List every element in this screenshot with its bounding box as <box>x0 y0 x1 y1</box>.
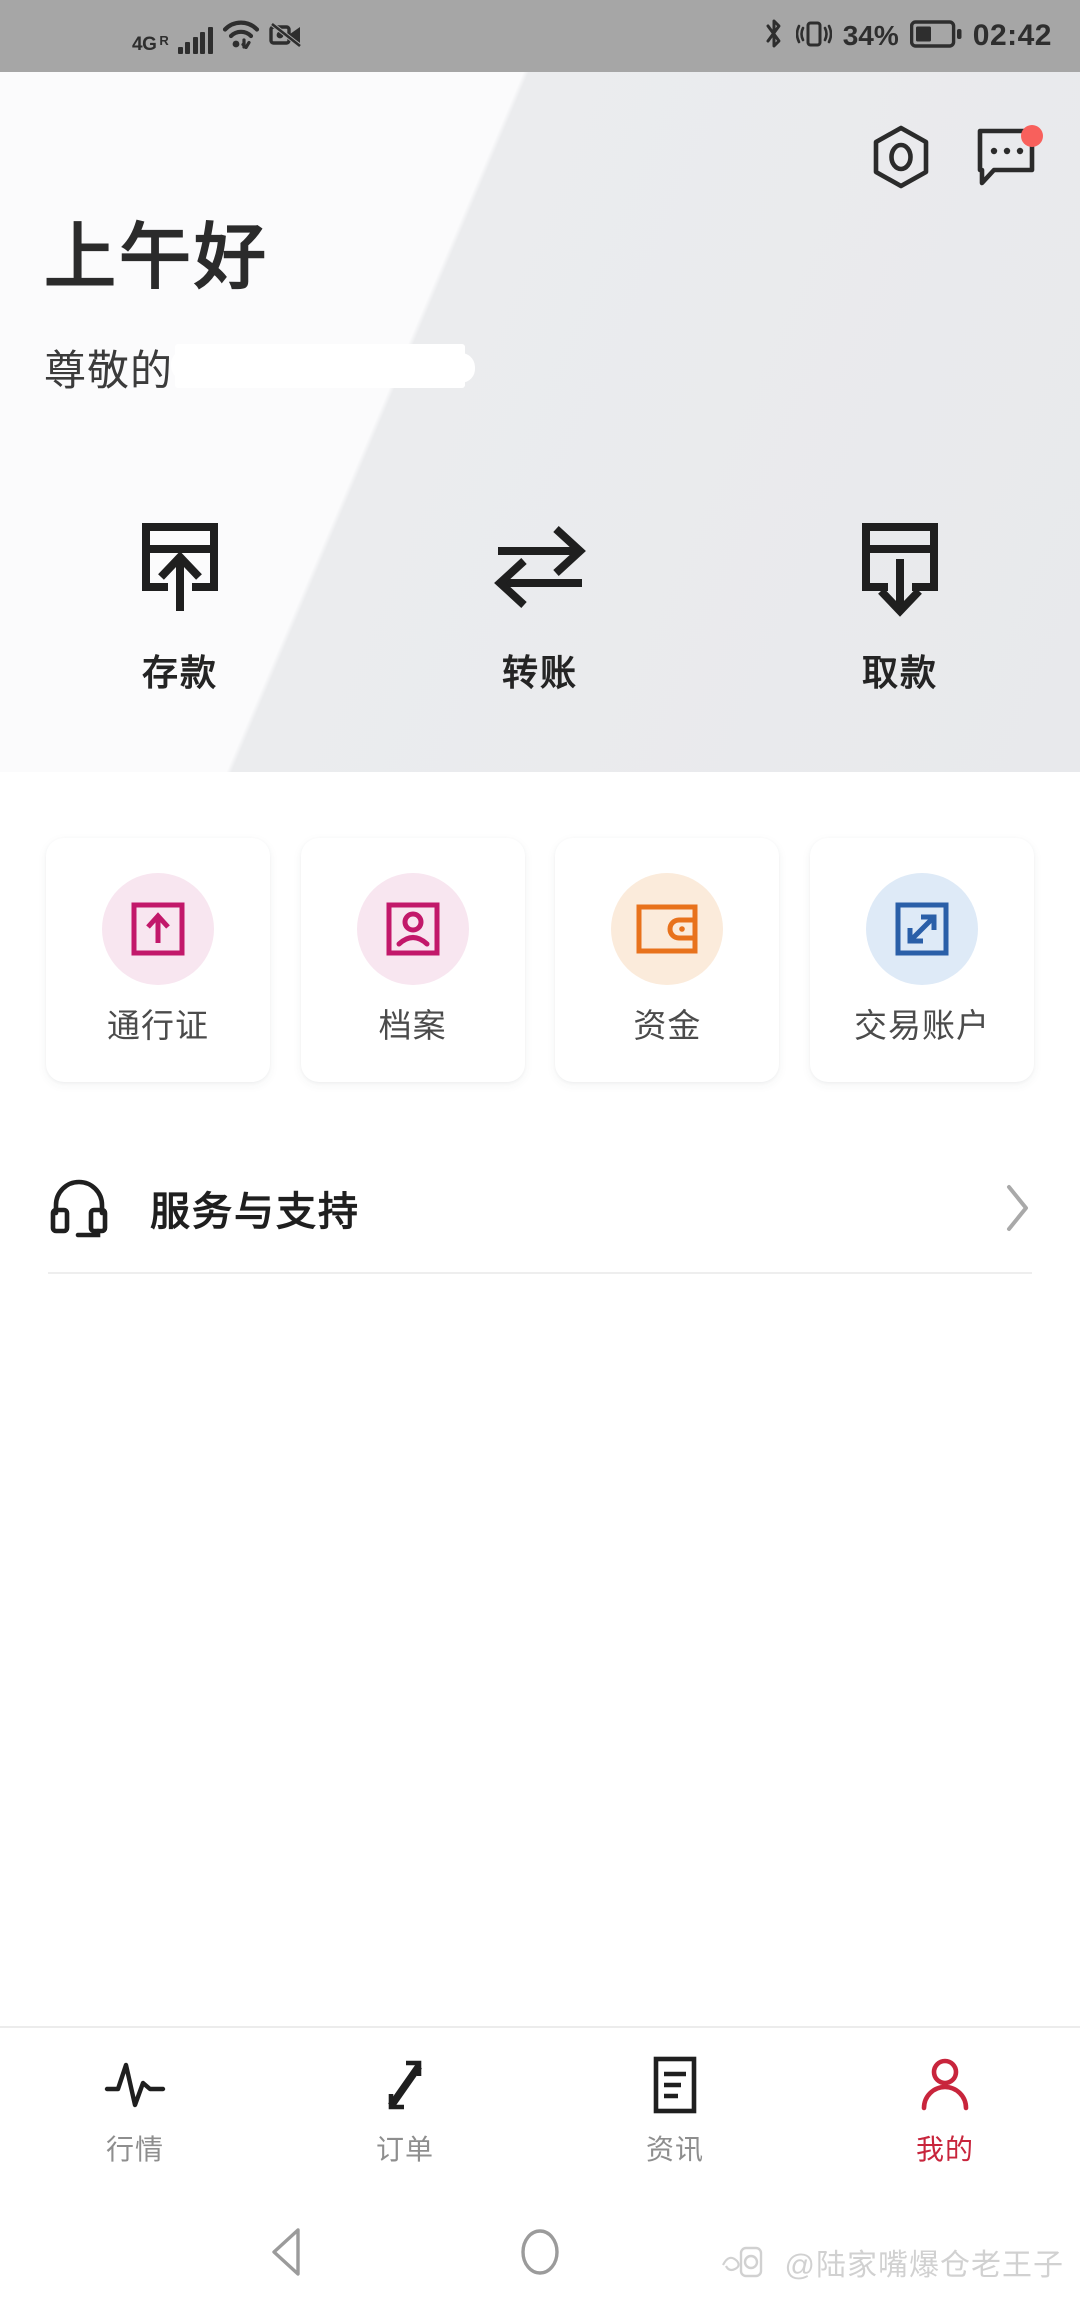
tile-funds[interactable]: 资金 <box>555 838 780 1082</box>
roaming-label: R <box>159 32 169 48</box>
nav-label: 我的 <box>915 2134 974 2165</box>
network-type-indicator: 4G R <box>132 32 169 55</box>
android-back-button[interactable] <box>258 2222 318 2282</box>
salutation-row: 尊敬的 <box>44 337 466 398</box>
message-badge-dot <box>1021 125 1043 147</box>
messages-button[interactable] <box>974 124 1043 190</box>
watermark-text: @陆家嘴爆仓老王子 <box>784 2249 1064 2282</box>
quick-action-withdraw[interactable]: 取款 <box>720 512 1080 696</box>
hero-header: 上午好 尊敬的 存款 转账 取款 <box>0 72 1080 772</box>
app-logo-icon <box>719 2245 779 2279</box>
tile-trading-account[interactable]: 交易账户 <box>809 838 1034 1082</box>
withdraw-arrow-down-icon <box>848 512 952 622</box>
wallet-icon <box>611 873 724 985</box>
tile-label: 通行证 <box>107 1007 209 1044</box>
quick-action-label: 取款 <box>861 652 938 693</box>
greeting-title: 上午好 <box>44 218 270 298</box>
transfer-arrows-icon <box>488 512 592 622</box>
hexagon-gear-icon <box>873 125 929 189</box>
nav-label: 资讯 <box>645 2134 704 2165</box>
profile-person-icon <box>356 873 469 985</box>
network-type-label: 4G <box>132 33 157 55</box>
wifi-icon <box>222 19 260 54</box>
status-bar-left: 4G R <box>132 19 303 54</box>
clock-label: 02:42 <box>972 19 1052 52</box>
watermark: @陆家嘴爆仓老王子 <box>719 2240 1064 2284</box>
service-support-row[interactable]: 服务与支持 <box>0 1142 1080 1274</box>
exchange-arrows-icon <box>865 873 978 985</box>
headset-icon <box>48 1177 118 1239</box>
tile-label: 交易账户 <box>853 1007 990 1044</box>
nav-item-mine[interactable]: 我的 <box>810 2054 1080 2168</box>
android-home-button[interactable] <box>510 2222 570 2282</box>
deposit-arrow-up-icon <box>128 512 232 622</box>
tile-label: 资金 <box>633 1007 702 1044</box>
bottom-navigation: 行情 订单 资讯 我的 <box>0 2026 1080 2194</box>
chevron-right-icon[interactable] <box>1002 1182 1032 1234</box>
battery-icon <box>909 19 962 54</box>
person-icon <box>916 2054 974 2116</box>
nav-label: 行情 <box>105 2134 164 2165</box>
battery-percent-label: 34% <box>842 20 899 51</box>
triangle-back-icon <box>272 2228 300 2276</box>
settings-button[interactable] <box>868 124 934 190</box>
app-screen: 4G R 34% 02:42 上午好 尊敬的 存款 转账 取款 通行证 档案 资… <box>0 0 1080 2310</box>
feature-tiles: 通行证 档案 资金 交易账户 <box>0 838 1080 1082</box>
redacted-username <box>171 344 466 388</box>
orders-arrows-icon <box>376 2054 434 2116</box>
salutation-prefix: 尊敬的 <box>44 347 174 394</box>
quick-action-label: 转账 <box>501 652 578 693</box>
quick-action-label: 存款 <box>141 652 218 693</box>
nav-label: 订单 <box>375 2134 434 2165</box>
camera-off-icon <box>269 21 303 54</box>
pulse-chart-icon <box>104 2054 166 2116</box>
nav-item-orders[interactable]: 订单 <box>270 2054 540 2168</box>
quick-action-transfer[interactable]: 转账 <box>360 512 720 696</box>
quick-actions-row: 存款 转账 取款 <box>0 512 1080 696</box>
passport-arrow-up-icon <box>102 873 214 985</box>
bluetooth-icon <box>763 17 785 56</box>
status-bar: 4G R 34% 02:42 <box>0 0 1080 72</box>
quick-action-deposit[interactable]: 存款 <box>0 512 360 696</box>
news-document-icon <box>651 2054 699 2116</box>
service-support-label: 服务与支持 <box>150 1190 360 1234</box>
status-bar-right: 34% 02:42 <box>763 17 1052 56</box>
vibrate-icon <box>795 18 833 55</box>
circle-home-icon <box>521 2229 559 2275</box>
nav-item-market[interactable]: 行情 <box>0 2054 270 2168</box>
hero-action-buttons <box>868 124 1043 190</box>
service-divider <box>48 1272 1032 1274</box>
tile-label: 档案 <box>378 1007 447 1044</box>
signal-bars-icon <box>177 26 213 54</box>
tile-passport[interactable]: 通行证 <box>46 838 270 1082</box>
tile-profile[interactable]: 档案 <box>300 838 525 1082</box>
android-navigation-bar: @陆家嘴爆仓老王子 <box>0 2194 1080 2310</box>
nav-item-news[interactable]: 资讯 <box>540 2054 810 2168</box>
